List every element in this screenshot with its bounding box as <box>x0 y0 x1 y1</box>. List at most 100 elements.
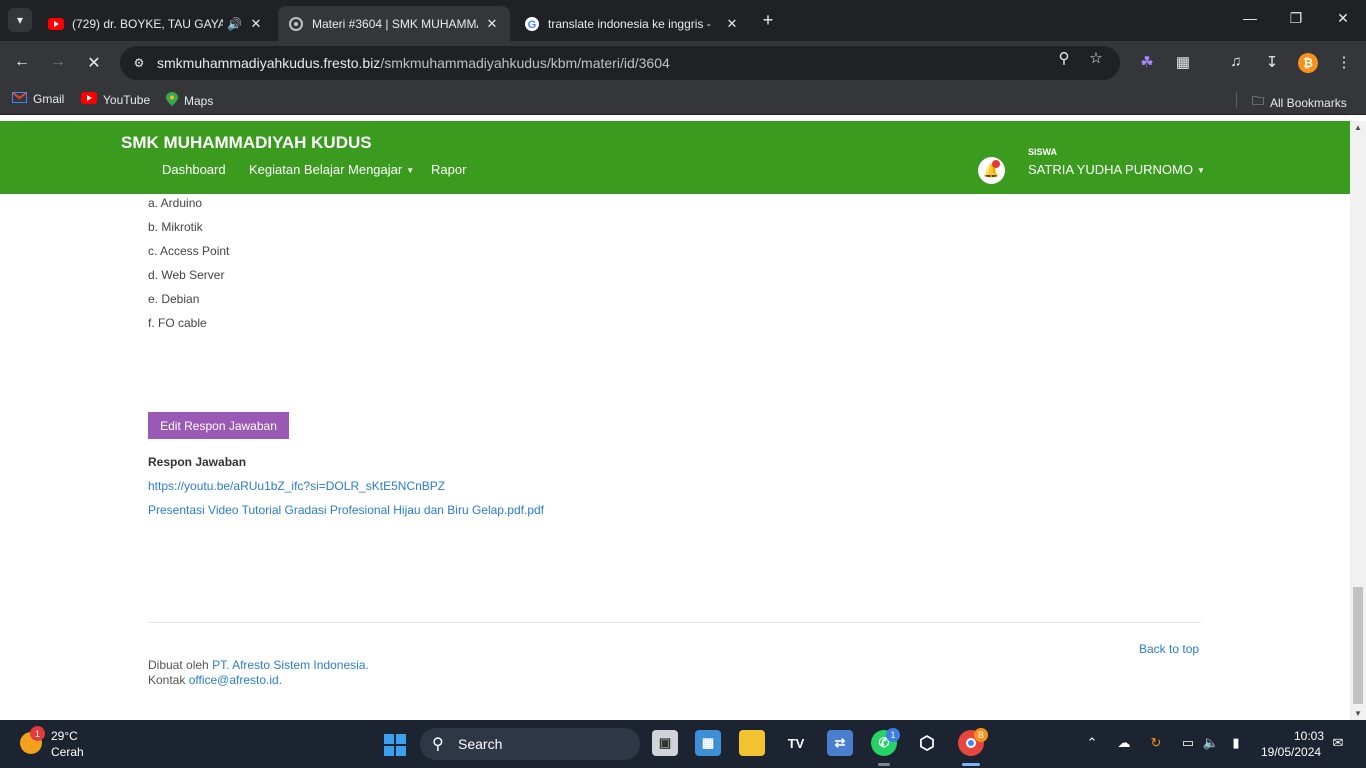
stop-loading-icon[interactable]: ✕ <box>84 53 104 73</box>
separator <box>1236 92 1237 108</box>
nav-rapor[interactable]: Rapor <box>431 162 466 177</box>
browser-toolbar: ← → ✕ ⚙ smkmuhammadiyahkudus.fresto.biz/… <box>0 41 1366 85</box>
user-menu[interactable]: SATRIA YUDHA PURNOMO ▼ <box>1028 162 1205 177</box>
bookmark-maps[interactable]: Maps <box>166 92 213 109</box>
scroll-down-arrow-icon[interactable]: ▼ <box>1350 709 1366 718</box>
scroll-up-arrow-icon[interactable]: ▲ <box>1350 123 1366 132</box>
close-icon[interactable]: ✕ <box>484 16 500 32</box>
weather-badge: 1 <box>30 726 45 741</box>
running-indicator <box>878 763 890 766</box>
site-settings-icon[interactable]: ⚙ <box>130 56 148 70</box>
star-bookmark-icon[interactable]: ☆ <box>1086 49 1106 67</box>
close-icon[interactable]: ✕ <box>724 16 740 32</box>
speaker-icon[interactable]: 🔊 <box>227 17 242 31</box>
svg-text:G: G <box>528 19 537 31</box>
folder-icon: 🗀 <box>1252 94 1265 108</box>
edit-response-button[interactable]: Edit Respon Jawaban <box>148 412 289 439</box>
list-item: e. Debian <box>148 292 200 306</box>
list-item: f. FO cable <box>148 316 207 330</box>
youtube-icon <box>48 16 64 32</box>
list-item: a. Arduino <box>148 196 203 210</box>
tradingview-icon[interactable]: TV <box>783 730 809 756</box>
chrome-profile-badge: B <box>974 728 988 742</box>
clock-date[interactable]: 19/05/2024 <box>1261 745 1321 759</box>
network-app-icon[interactable]: ⇄ <box>827 730 853 756</box>
tab-youtube[interactable]: (729) dr. BOYKE, TAU GAYA B 🔊 ✕ <box>38 6 274 41</box>
tab-search-button[interactable]: ▾ <box>8 8 32 32</box>
nav-kbm[interactable]: Kegiatan Belajar Mengajar ▼ <box>249 162 414 177</box>
temperature[interactable]: 29°C <box>51 729 78 743</box>
notification-badge <box>992 160 1000 168</box>
weather-condition[interactable]: Cerah <box>51 745 84 759</box>
tab-title: (729) dr. BOYKE, TAU GAYA B <box>72 16 224 31</box>
close-icon[interactable]: ✕ <box>248 16 264 32</box>
windows-start-icon[interactable] <box>384 734 406 756</box>
tab-title: translate indonesia ke inggris - <box>548 16 711 31</box>
url-text[interactable]: smkmuhammadiyahkudus.fresto.biz/smkmuham… <box>157 55 670 71</box>
media-control-icon[interactable]: ♫ <box>1225 53 1247 70</box>
site-icon <box>288 16 304 32</box>
display-icon[interactable]: ▭ <box>1178 735 1198 751</box>
download-icon[interactable]: ↧ <box>1261 53 1283 71</box>
bookmark-youtube[interactable]: YouTube <box>81 92 150 107</box>
google-icon: G <box>524 16 540 32</box>
list-item: d. Web Server <box>148 268 225 282</box>
response-link-youtube[interactable]: https://youtu.be/aRUu1bZ_ifc?si=DOLR_sKt… <box>148 479 445 493</box>
nav-dashboard[interactable]: Dashboard <box>162 162 226 177</box>
tab-translate[interactable]: G translate indonesia ke inggris - ✕ <box>514 6 750 41</box>
site-header: SMK MUHAMMADIYAH KUDUS Dashboard Kegiata… <box>0 121 1350 194</box>
close-window-icon[interactable]: ✕ <box>1333 10 1353 27</box>
puzzle-extensions-icon[interactable]: ▦ <box>1172 53 1194 71</box>
clock-time[interactable]: 10:03 <box>1292 729 1324 743</box>
response-link-pdf[interactable]: Presentasi Video Tutorial Gradasi Profes… <box>148 503 544 517</box>
all-bookmarks[interactable]: 🗀 All Bookmarks <box>1252 92 1347 113</box>
onedrive-cloud-icon[interactable]: ☁ <box>1114 735 1134 751</box>
bookmark-gmail[interactable]: Gmail <box>12 92 64 106</box>
chevron-down-icon: ▾ <box>16 13 24 27</box>
tab-title: Materi #3604 | SMK MUHAMMA <box>312 16 478 31</box>
widgets-icon[interactable]: ▦ <box>695 730 721 756</box>
caret-down-icon: ▼ <box>406 166 415 176</box>
active-indicator <box>962 763 980 766</box>
bookmarks-bar: Gmail YouTube Maps 🗀 All Bookmarks <box>0 85 1366 115</box>
maps-pin-icon <box>166 92 178 109</box>
taskbar-search[interactable]: ⚲ Search <box>420 728 640 760</box>
caret-down-icon: ▼ <box>1196 166 1205 176</box>
restore-icon[interactable]: ❐ <box>1286 10 1306 27</box>
footer-divider <box>148 622 1201 623</box>
email-link[interactable]: office@afresto.id. <box>189 673 282 687</box>
file-explorer-icon[interactable] <box>739 730 765 756</box>
list-item: c. Access Point <box>148 244 230 258</box>
scroll-thumb[interactable] <box>1353 587 1363 704</box>
task-view-icon[interactable]: ▣ <box>652 730 678 756</box>
browser-tab-strip: ▾ (729) dr. BOYKE, TAU GAYA B 🔊 ✕ Materi… <box>0 0 1366 41</box>
forward-arrow-icon[interactable]: → <box>48 53 68 71</box>
tab-materi[interactable]: Materi #3604 | SMK MUHAMMA ✕ <box>278 6 510 41</box>
notification-button[interactable]: 🔔 <box>978 157 1005 184</box>
battery-icon[interactable]: ▮ <box>1226 735 1246 751</box>
whatsapp-badge: 1 <box>886 728 900 742</box>
zoom-search-icon[interactable]: ⚲ <box>1054 49 1074 67</box>
minimize-icon[interactable]: — <box>1240 10 1260 26</box>
sync-icon[interactable]: ↻ <box>1146 735 1166 751</box>
virtualbox-icon[interactable]: ⬡ <box>914 730 940 756</box>
extension-icon[interactable]: ☘ <box>1136 53 1158 71</box>
new-tab-button[interactable]: + <box>758 10 778 31</box>
site-brand[interactable]: SMK MUHAMMADIYAH KUDUS <box>121 133 372 153</box>
back-arrow-icon[interactable]: ← <box>12 53 32 71</box>
back-to-top-link[interactable]: Back to top <box>1139 642 1199 656</box>
notification-center-icon[interactable]: ✉ <box>1328 735 1348 751</box>
kebab-menu-icon[interactable]: ⋮ <box>1333 53 1355 71</box>
page-scrollbar[interactable]: ▲ ▼ <box>1350 121 1366 720</box>
footer-contact: Kontak office@afresto.id. <box>148 673 283 687</box>
response-title: Respon Jawaban <box>148 455 247 469</box>
youtube-icon <box>81 92 97 107</box>
chevron-up-icon[interactable]: ⌃ <box>1082 735 1102 751</box>
afresto-link[interactable]: PT. Afresto Sistem Indonesia. <box>212 658 369 672</box>
volume-icon[interactable]: 🔈 <box>1201 735 1221 751</box>
address-bar[interactable]: ⚙ smkmuhammadiyahkudus.fresto.biz/smkmuh… <box>120 46 1120 80</box>
windows-taskbar: 1 29°C Cerah ⚲ Search ▣ ▦ TV ⇄ ✆ 1 ⬡ B ⌃… <box>0 720 1366 768</box>
page-viewport: SMK MUHAMMADIYAH KUDUS Dashboard Kegiata… <box>0 121 1350 720</box>
bitcoin-profile-icon[interactable]: ₿ <box>1298 53 1318 73</box>
gmail-icon <box>12 92 27 106</box>
